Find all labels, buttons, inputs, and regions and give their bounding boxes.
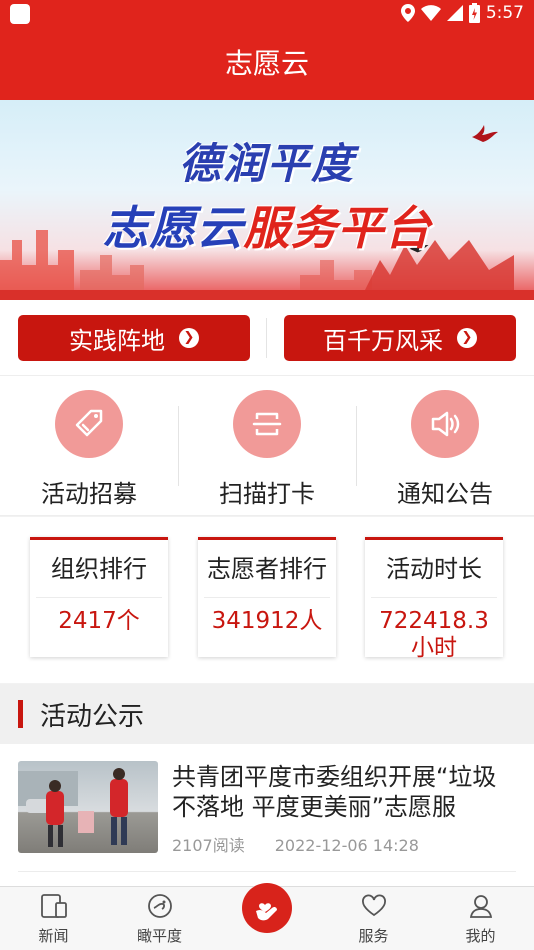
banner-headline: 德润平度	[178, 139, 355, 188]
news-thumbnail	[18, 761, 158, 853]
signal-icon	[446, 5, 463, 21]
section-title: 活动公示	[40, 702, 145, 732]
tab-view-pingdu[interactable]: 瞰平度	[106, 891, 213, 946]
action-button-row: 实践阵地 ❯ 百千万风采 ❯	[0, 300, 534, 376]
volunteer-ranking-value: 341912人	[211, 608, 323, 634]
chevron-right-circle-icon: ❯	[457, 328, 477, 348]
notification-icon	[10, 4, 30, 24]
banner-subheadline-blue: 志愿云	[102, 201, 244, 255]
battery-icon	[468, 3, 480, 23]
activity-hours-title: 活动时长	[371, 540, 497, 598]
volunteer-ranking-card[interactable]: 志愿者排行 341912人	[198, 537, 336, 657]
location-icon	[400, 4, 415, 22]
app-title: 志愿云	[0, 28, 534, 100]
news-read-count: 2107阅读	[172, 836, 245, 855]
tab-mine[interactable]: 我的	[427, 891, 534, 946]
heart-outline-icon	[320, 891, 427, 921]
status-bar: 5:57	[0, 0, 534, 28]
practice-base-label: 实践阵地	[69, 326, 165, 355]
news-meta: 2107阅读 2022-12-06 14:28	[172, 832, 419, 856]
activity-hours-value: 722418.3小时	[379, 608, 489, 661]
showcase-button[interactable]: 百千万风采 ❯	[284, 315, 516, 361]
divider	[266, 318, 267, 358]
heart-hand-icon[interactable]	[242, 883, 292, 933]
banner-subheadline-red: 服务平台	[243, 201, 432, 255]
tab-service[interactable]: 服务	[320, 891, 427, 946]
tab-view-pingdu-label: 瞰平度	[136, 927, 182, 945]
news-date: 2022-12-06 14:28	[274, 836, 419, 855]
section-header: 活动公示	[0, 684, 534, 744]
bottom-tab-bar: 新闻 瞰平度 服务 我的	[0, 883, 534, 950]
scan-checkin-button[interactable]: 扫描打卡	[178, 390, 356, 509]
tab-news[interactable]: 新闻	[0, 891, 107, 946]
wifi-icon	[420, 5, 441, 21]
org-ranking-value: 2417个	[58, 608, 140, 634]
tab-mine-label: 我的	[465, 927, 496, 945]
compass-icon	[106, 891, 213, 921]
news-title: 共青团平度市委组织开展“垃圾不落地 平度更美丽”志愿服	[172, 763, 497, 821]
chevron-right-circle-icon: ❯	[179, 328, 199, 348]
scan-icon	[233, 390, 301, 458]
notice-button[interactable]: 通知公告	[356, 390, 534, 509]
practice-base-button[interactable]: 实践阵地 ❯	[18, 315, 250, 361]
banner[interactable]: 德润平度 志愿云服务平台	[0, 100, 534, 300]
quick-actions: 活动招募 扫描打卡 通知公告	[0, 376, 534, 516]
tab-news-label: 新闻	[38, 927, 69, 945]
tag-icon	[55, 390, 123, 458]
org-ranking-title: 组织排行	[36, 540, 162, 598]
person-icon	[427, 891, 534, 921]
divider	[18, 871, 516, 872]
volunteer-ranking-title: 志愿者排行	[204, 540, 330, 598]
activity-recruit-label: 活动招募	[41, 480, 137, 508]
status-time: 5:57	[485, 3, 524, 23]
org-ranking-card[interactable]: 组织排行 2417个	[30, 537, 168, 657]
tab-service-label: 服务	[358, 927, 389, 945]
scan-checkin-label: 扫描打卡	[219, 480, 315, 508]
speaker-icon	[411, 390, 479, 458]
banner-subheadline: 志愿云服务平台	[0, 192, 534, 258]
activity-hours-card[interactable]: 活动时长 722418.3小时	[365, 537, 503, 661]
section-accent-bar	[18, 700, 23, 728]
activity-recruit-button[interactable]: 活动招募	[0, 390, 178, 509]
notice-label: 通知公告	[397, 480, 493, 508]
stats-section: 组织排行 2417个 志愿者排行 341912人 活动时长 722418.3小时	[0, 517, 534, 683]
news-list-item[interactable]: 共青团平度市委组织开展“垃圾不落地 平度更美丽”志愿服 2107阅读 2022-1…	[0, 744, 534, 886]
tablet-icon	[0, 891, 107, 921]
showcase-label: 百千万风采	[323, 326, 443, 355]
